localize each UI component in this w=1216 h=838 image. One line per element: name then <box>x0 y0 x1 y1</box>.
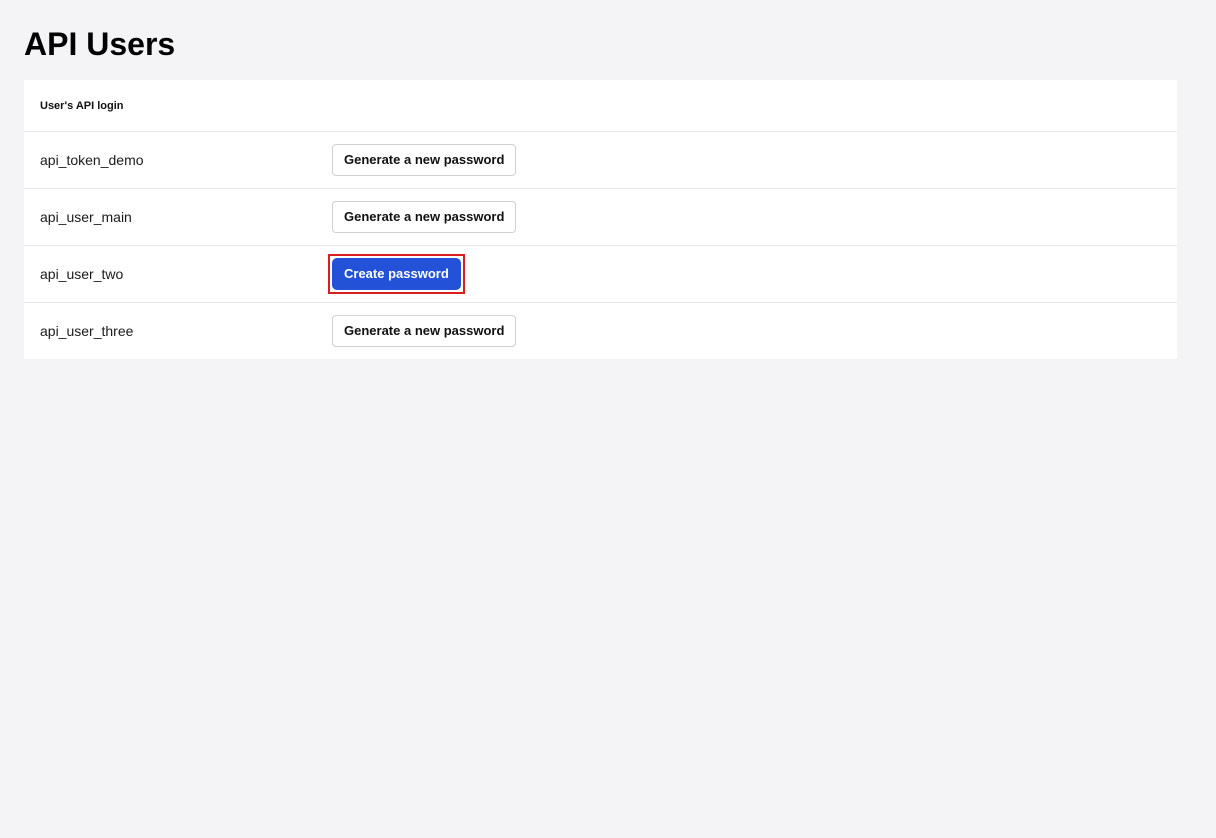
generate-new-password-button[interactable]: Generate a new password <box>332 201 517 233</box>
table-row: api_user_two Create password <box>24 246 1177 303</box>
table-row: api_user_main Generate a new password <box>24 189 1177 246</box>
api-login: api_user_three <box>40 323 134 339</box>
page: API Users User's API login api_token_dem… <box>0 0 1216 838</box>
table-header: User's API login <box>24 80 1177 132</box>
action-cell: Generate a new password <box>332 144 1161 176</box>
action-cell: Generate a new password <box>332 201 1161 233</box>
api-login: api_token_demo <box>40 152 144 168</box>
table-row: api_user_three Generate a new password <box>24 303 1177 359</box>
api-users-table: User's API login api_token_demo Generate… <box>24 80 1177 359</box>
action-cell: Generate a new password <box>332 315 1161 347</box>
action-cell: Create password <box>328 254 1161 294</box>
generate-new-password-button[interactable]: Generate a new password <box>332 144 517 176</box>
page-title: API Users <box>24 26 176 62</box>
highlight-outline: Create password <box>328 254 465 294</box>
table-row: api_token_demo Generate a new password <box>24 132 1177 189</box>
api-login: api_user_main <box>40 209 132 225</box>
generate-new-password-button[interactable]: Generate a new password <box>332 315 517 347</box>
column-header-login: User's API login <box>40 99 124 112</box>
api-login: api_user_two <box>40 266 124 282</box>
create-password-button[interactable]: Create password <box>332 258 461 290</box>
